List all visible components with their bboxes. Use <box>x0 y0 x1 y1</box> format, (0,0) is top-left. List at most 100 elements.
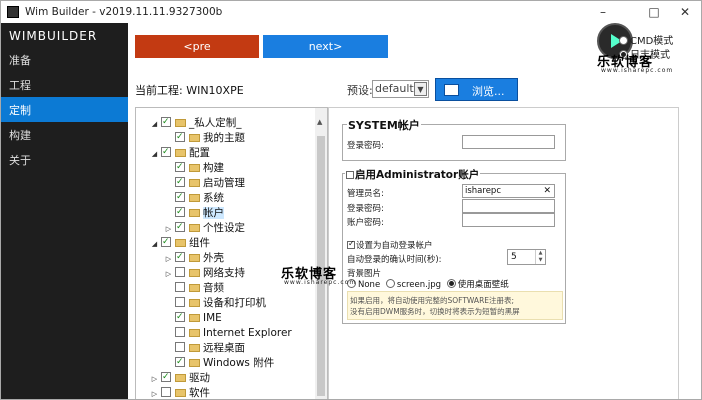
confirm-time-stepper[interactable]: 5 ▲ ▼ <box>507 249 546 265</box>
bg-screen-radio[interactable] <box>385 279 395 288</box>
autologin-checkbox[interactable] <box>347 239 355 249</box>
tree-node[interactable]: 设备和打印机 <box>164 296 266 311</box>
maximize-button[interactable]: □ <box>637 1 671 23</box>
minimize-button[interactable]: – <box>586 1 620 23</box>
window-title: Wim Builder - v2019.11.11.9327300b <box>25 6 223 18</box>
admin-account-title[interactable]: 启用Administrator账户 <box>345 167 481 182</box>
clear-icon[interactable]: ✕ <box>543 185 551 197</box>
tree-node[interactable]: 系统 <box>164 190 224 206</box>
folder-icon <box>189 359 200 367</box>
tree-checkbox[interactable] <box>175 175 185 190</box>
bg-option-desktop[interactable]: 使用桌面壁纸 <box>446 279 509 290</box>
chevron-down-icon[interactable]: ▼ <box>414 82 427 96</box>
tree-checkbox[interactable] <box>175 342 185 352</box>
notice-line-1: 如果启用，将自动使用完整的SOFTWARE注册表; <box>350 296 515 305</box>
system-password-input[interactable] <box>462 135 555 149</box>
folder-icon <box>189 314 200 322</box>
tree-node[interactable]: 音频 <box>164 281 224 296</box>
bg-desktop-radio[interactable] <box>446 279 456 288</box>
app-window: Wim Builder - v2019.11.11.9327300b – □ ✕… <box>0 0 702 400</box>
next-button[interactable]: next> <box>263 35 388 58</box>
sidebar-item-about[interactable]: 关于 <box>1 147 128 172</box>
browse-label: 浏览... <box>472 85 505 98</box>
tree-node[interactable]: Internet Explorer <box>164 326 292 341</box>
tree-node[interactable]: 帐户 <box>164 205 224 221</box>
tree-node[interactable]: ▷ 网络支持 <box>164 266 245 281</box>
tree-checkbox[interactable] <box>175 310 185 325</box>
tree-node[interactable]: Windows 附件 <box>164 355 274 371</box>
tree-node-label: 网络支持 <box>203 267 245 279</box>
preset-select[interactable]: default ▼ <box>372 80 429 98</box>
folder-icon <box>189 209 200 217</box>
expand-toggle-icon[interactable]: ▷ <box>164 252 173 267</box>
tree-checkbox[interactable] <box>175 190 185 205</box>
expand-toggle-icon[interactable]: ◢ <box>150 147 159 162</box>
tree-checkbox[interactable] <box>161 370 171 385</box>
expand-toggle-icon[interactable]: ◢ <box>150 117 159 132</box>
tree-node[interactable]: ▷ 外壳 <box>164 250 224 267</box>
tree-node[interactable]: 远程桌面 <box>164 341 245 356</box>
folder-icon <box>189 284 200 292</box>
expand-toggle-icon[interactable]: ▷ <box>150 387 159 399</box>
tree-scrollbar[interactable]: ▲ <box>315 108 327 399</box>
admin-enable-checkbox[interactable] <box>346 171 354 179</box>
tree-node[interactable]: IME <box>164 310 222 326</box>
admin-login-password-label: 登录密码: <box>347 204 384 214</box>
tree-node[interactable]: ◢ 组件 <box>150 235 210 252</box>
tree-checkbox[interactable] <box>161 387 171 397</box>
bg-none-label: None <box>358 280 381 290</box>
tree-node-label: 远程桌面 <box>203 342 245 354</box>
folder-icon <box>189 299 200 307</box>
scroll-up-icon[interactable]: ▲ <box>317 118 322 126</box>
sidebar-item-project[interactable]: 工程 <box>1 72 128 97</box>
cmd-mode-option[interactable]: CMD模式 <box>619 32 673 47</box>
tree-node-label: 外壳 <box>203 252 224 264</box>
folder-icon <box>189 134 200 142</box>
tree-checkbox[interactable] <box>175 250 185 265</box>
folder-icon <box>175 149 186 157</box>
tree-checkbox[interactable] <box>175 205 185 220</box>
tree-checkbox[interactable] <box>175 160 185 175</box>
tree-node[interactable]: ◢ 配置 <box>150 145 210 162</box>
autologin-option[interactable]: 设置为自动登录帐户 <box>347 239 433 251</box>
registry-notice: 如果启用，将自动使用完整的SOFTWARE注册表; 没有启用DWM服务时，切换时… <box>347 291 563 320</box>
admin-name-label: 管理员名: <box>347 189 384 199</box>
browse-button[interactable]: 浏览... <box>435 78 518 101</box>
tree-checkbox[interactable] <box>175 220 185 235</box>
tree-checkbox[interactable] <box>175 130 185 145</box>
tree-node[interactable]: 我的主题 <box>164 130 245 146</box>
tree-checkbox[interactable] <box>175 267 185 277</box>
tree-node[interactable]: ▷ 软件 <box>150 386 210 399</box>
admin-name-input[interactable]: isharepc ✕ <box>462 184 555 198</box>
tree-node[interactable]: ◢ _私人定制_ <box>150 115 242 132</box>
admin-account-password-input[interactable] <box>462 213 555 227</box>
stepper-arrows-icon[interactable]: ▲ ▼ <box>535 250 545 264</box>
bg-option-screen[interactable]: screen.jpg <box>385 279 441 290</box>
tree-node[interactable]: ▷ 驱动 <box>150 370 210 387</box>
tree-node-label: 组件 <box>189 237 210 249</box>
prev-button[interactable]: <pre <box>135 35 259 58</box>
confirm-time-label: 自动登录的确认时间(秒): <box>347 255 442 265</box>
expand-toggle-icon[interactable]: ▷ <box>150 372 159 387</box>
tree-node[interactable]: 构建 <box>164 160 224 176</box>
sidebar-item-build[interactable]: 构建 <box>1 122 128 147</box>
tree-node[interactable]: ▷个性设定 <box>164 220 245 236</box>
sidebar-item-customize[interactable]: 定制 <box>1 97 128 122</box>
tree-checkbox[interactable] <box>161 235 171 250</box>
tree-checkbox[interactable] <box>175 355 185 370</box>
tree-node[interactable]: 启动管理 <box>164 175 245 191</box>
admin-login-password-input[interactable] <box>462 199 555 213</box>
sidebar-item-prepare[interactable]: 准备 <box>1 47 128 72</box>
close-button[interactable]: ✕ <box>668 1 701 23</box>
cmd-mode-radio[interactable] <box>619 36 628 45</box>
expand-toggle-icon[interactable]: ◢ <box>150 237 159 252</box>
expand-toggle-icon[interactable]: ▷ <box>164 267 173 282</box>
tree-checkbox[interactable] <box>161 145 171 160</box>
tree-checkbox[interactable] <box>175 297 185 307</box>
tree-checkbox[interactable] <box>161 115 171 130</box>
preset-label: 预设: <box>347 84 373 97</box>
tree-checkbox[interactable] <box>175 282 185 292</box>
folder-icon <box>175 239 186 247</box>
tree-checkbox[interactable] <box>175 327 185 337</box>
folder-icon <box>175 119 186 127</box>
